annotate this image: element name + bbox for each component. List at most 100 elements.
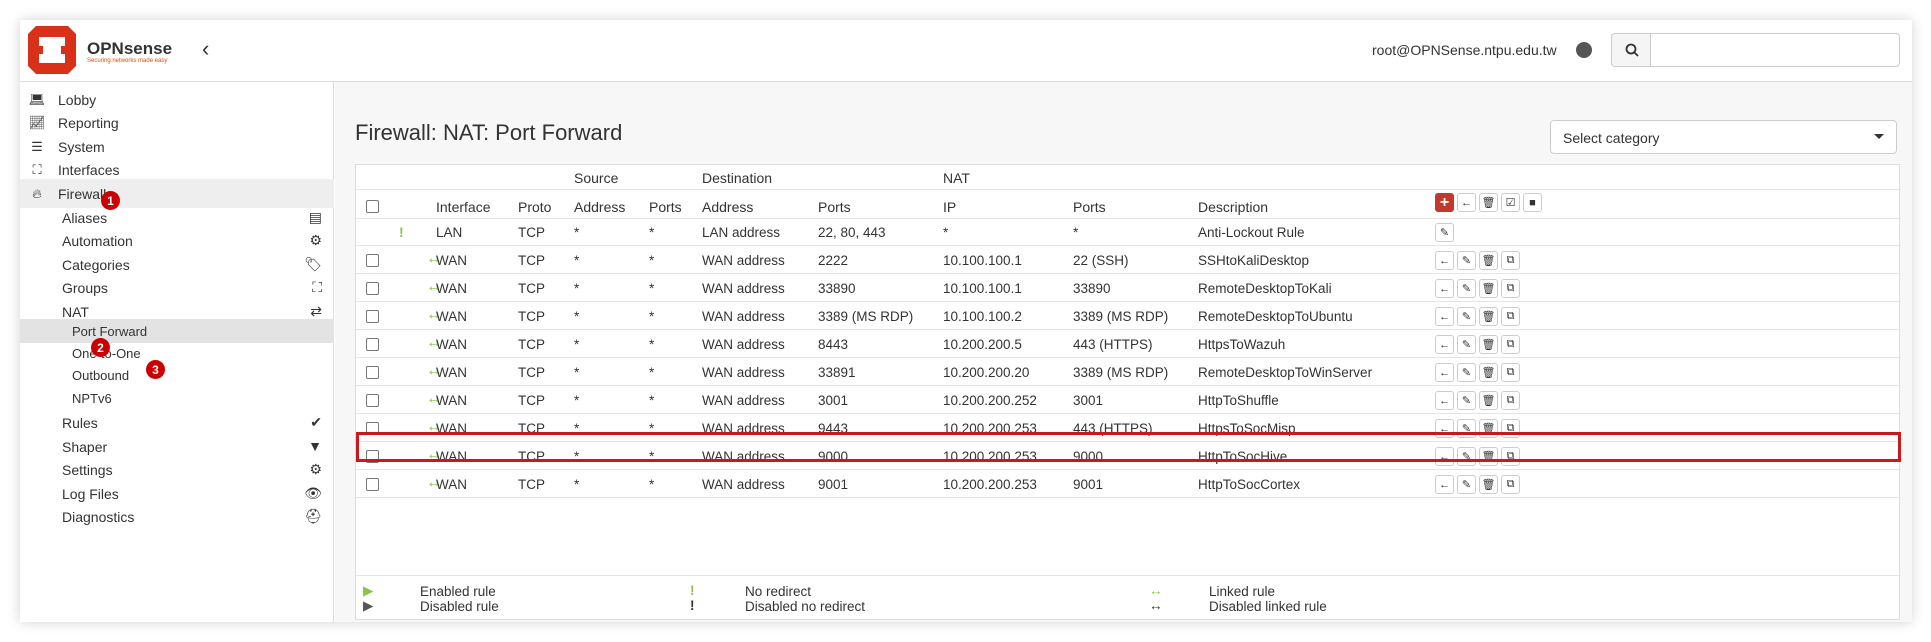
delete-button[interactable]: 🗑︎ bbox=[1479, 251, 1498, 270]
move-button[interactable]: ← bbox=[1435, 475, 1454, 494]
move-button[interactable]: ← bbox=[1435, 335, 1454, 354]
search-input[interactable] bbox=[1650, 33, 1900, 67]
clone-button[interactable]: ⧉ bbox=[1501, 251, 1520, 270]
sidebar-item-diagnostics[interactable]: Diagnostics ⛑ bbox=[20, 502, 334, 531]
legend-enabled-rule: Enabled rule bbox=[420, 584, 496, 599]
cell-proto: TCP bbox=[518, 365, 545, 380]
sidebar-item-label: Groups bbox=[62, 280, 108, 296]
row-actions: ← ✎ 🗑︎ ⧉ bbox=[1435, 391, 1520, 410]
enable-selected-button[interactable]: ☑ bbox=[1501, 193, 1520, 212]
disable-selected-button[interactable]: ■ bbox=[1523, 193, 1542, 212]
move-button[interactable]: ← bbox=[1435, 251, 1454, 270]
move-button[interactable]: ← bbox=[1435, 307, 1454, 326]
delete-button[interactable]: 🗑︎ bbox=[1479, 363, 1498, 382]
move-button[interactable]: ← bbox=[1435, 363, 1454, 382]
add-rule-button[interactable]: + bbox=[1435, 193, 1454, 212]
row-actions: ← ✎ 🗑︎ ⧉ bbox=[1435, 335, 1520, 354]
cell-proto: TCP bbox=[518, 253, 545, 268]
move-selected-button[interactable]: ← bbox=[1457, 193, 1476, 212]
cell-nat-ports: 3389 (MS RDP) bbox=[1073, 365, 1169, 380]
divider bbox=[356, 273, 1901, 274]
row-checkbox[interactable] bbox=[366, 338, 379, 351]
sidebar-item-label: Interfaces bbox=[58, 162, 120, 178]
delete-button[interactable]: 🗑︎ bbox=[1479, 335, 1498, 354]
cell-proto: TCP bbox=[518, 393, 545, 408]
caret-down-icon bbox=[1874, 134, 1884, 139]
clone-button[interactable]: ⧉ bbox=[1501, 391, 1520, 410]
divider bbox=[356, 329, 1901, 330]
column-header-source-address: Address bbox=[574, 199, 626, 215]
legend-disabled-no-redirect: Disabled no redirect bbox=[745, 599, 866, 614]
clone-button[interactable]: ⧉ bbox=[1501, 279, 1520, 298]
sidebar-item-nptv6[interactable]: NPTv6 bbox=[20, 386, 334, 410]
divider bbox=[356, 245, 1901, 246]
sidebar-item-port-forward[interactable]: Port Forward bbox=[20, 319, 334, 343]
move-button[interactable]: ← bbox=[1435, 279, 1454, 298]
delete-button[interactable]: 🗑︎ bbox=[1479, 279, 1498, 298]
cell-destination-ports: 2222 bbox=[818, 253, 849, 268]
cell-nat-ip: 10.200.200.253 bbox=[943, 477, 1037, 492]
delete-button[interactable]: 🗑︎ bbox=[1479, 307, 1498, 326]
cell-nat-ip: 10.200.200.5 bbox=[943, 337, 1022, 352]
cell-nat-ports: 3389 (MS RDP) bbox=[1073, 309, 1169, 324]
sidebar-item-label: Diagnostics bbox=[62, 509, 135, 525]
legend-no-redirect: No redirect bbox=[745, 584, 812, 599]
check-icon: ✔ bbox=[310, 414, 322, 430]
cell-description: HttpToSocCortex bbox=[1198, 477, 1301, 492]
clone-button[interactable]: ⧉ bbox=[1501, 475, 1520, 494]
disabled-no-redirect-icon: ! bbox=[690, 598, 695, 613]
clone-button[interactable]: ⧉ bbox=[1501, 307, 1520, 326]
cell-destination-ports: 9001 bbox=[818, 477, 849, 492]
annotation-badge: 2 bbox=[91, 338, 110, 357]
sidebar-item-one-to-one[interactable]: One-to-One bbox=[20, 341, 334, 365]
cell-source-ports: * bbox=[649, 309, 655, 324]
sitemap-icon: ⛶ bbox=[312, 279, 322, 295]
cell-nat-ip: 10.100.100.1 bbox=[943, 281, 1022, 296]
edit-button[interactable]: ✎ bbox=[1457, 279, 1476, 298]
cell-source-address: * bbox=[574, 393, 580, 408]
edit-button[interactable]: ✎ bbox=[1457, 391, 1476, 410]
chart-icon: 📈︎ bbox=[28, 115, 46, 130]
edit-button[interactable]: ✎ bbox=[1457, 363, 1476, 382]
divider bbox=[356, 357, 1901, 358]
row-checkbox[interactable] bbox=[366, 310, 379, 323]
edit-button[interactable]: ✎ bbox=[1457, 251, 1476, 270]
select-all-checkbox[interactable] bbox=[366, 200, 379, 213]
search-button[interactable] bbox=[1611, 33, 1651, 67]
edit-button[interactable]: ✎ bbox=[1457, 475, 1476, 494]
row-checkbox[interactable] bbox=[366, 282, 379, 295]
clone-button[interactable]: ⧉ bbox=[1501, 363, 1520, 382]
exchange-icon: ⇄ bbox=[310, 303, 322, 319]
delete-button[interactable]: 🗑︎ bbox=[1479, 475, 1498, 494]
cell-destination-address: WAN address bbox=[702, 365, 785, 380]
cell-source-address: * bbox=[574, 365, 580, 380]
edit-button[interactable]: ✎ bbox=[1457, 307, 1476, 326]
status-dot-icon[interactable] bbox=[1576, 42, 1592, 58]
row-actions: ✎ bbox=[1435, 223, 1454, 242]
delete-button[interactable]: 🗑︎ bbox=[1479, 391, 1498, 410]
collapse-sidebar-icon[interactable]: ‹ bbox=[202, 36, 209, 62]
row-checkbox[interactable] bbox=[366, 254, 379, 267]
sidebar-item-outbound[interactable]: Outbound bbox=[20, 363, 334, 387]
edit-button[interactable]: ✎ bbox=[1457, 335, 1476, 354]
legend-disabled-linked-rule: Disabled linked rule bbox=[1209, 599, 1327, 614]
delete-selected-button[interactable]: 🗑︎ bbox=[1479, 193, 1498, 212]
cell-source-address: * bbox=[574, 281, 580, 296]
sidebar-item-label: System bbox=[58, 139, 105, 155]
row-checkbox[interactable] bbox=[366, 478, 379, 491]
cell-destination-ports: 33890 bbox=[818, 281, 856, 296]
edit-button[interactable]: ✎ bbox=[1435, 223, 1454, 242]
linked-rule-icon: ↔ bbox=[1149, 583, 1163, 598]
row-checkbox[interactable] bbox=[366, 394, 379, 407]
clone-button[interactable]: ⧉ bbox=[1501, 335, 1520, 354]
move-button[interactable]: ← bbox=[1435, 391, 1454, 410]
user-name[interactable]: root@OPNSense.ntpu.edu.tw bbox=[1372, 42, 1557, 58]
select-category-dropdown[interactable]: Select category bbox=[1550, 120, 1897, 154]
opnsense-logo bbox=[28, 26, 76, 74]
row-checkbox[interactable] bbox=[366, 366, 379, 379]
divider bbox=[356, 218, 1901, 219]
cell-nat-ip: 10.200.200.20 bbox=[943, 365, 1030, 380]
cell-destination-address: WAN address bbox=[702, 253, 785, 268]
row-actions: ← ✎ 🗑︎ ⧉ bbox=[1435, 279, 1520, 298]
no-redirect-icon: ! bbox=[690, 583, 695, 598]
